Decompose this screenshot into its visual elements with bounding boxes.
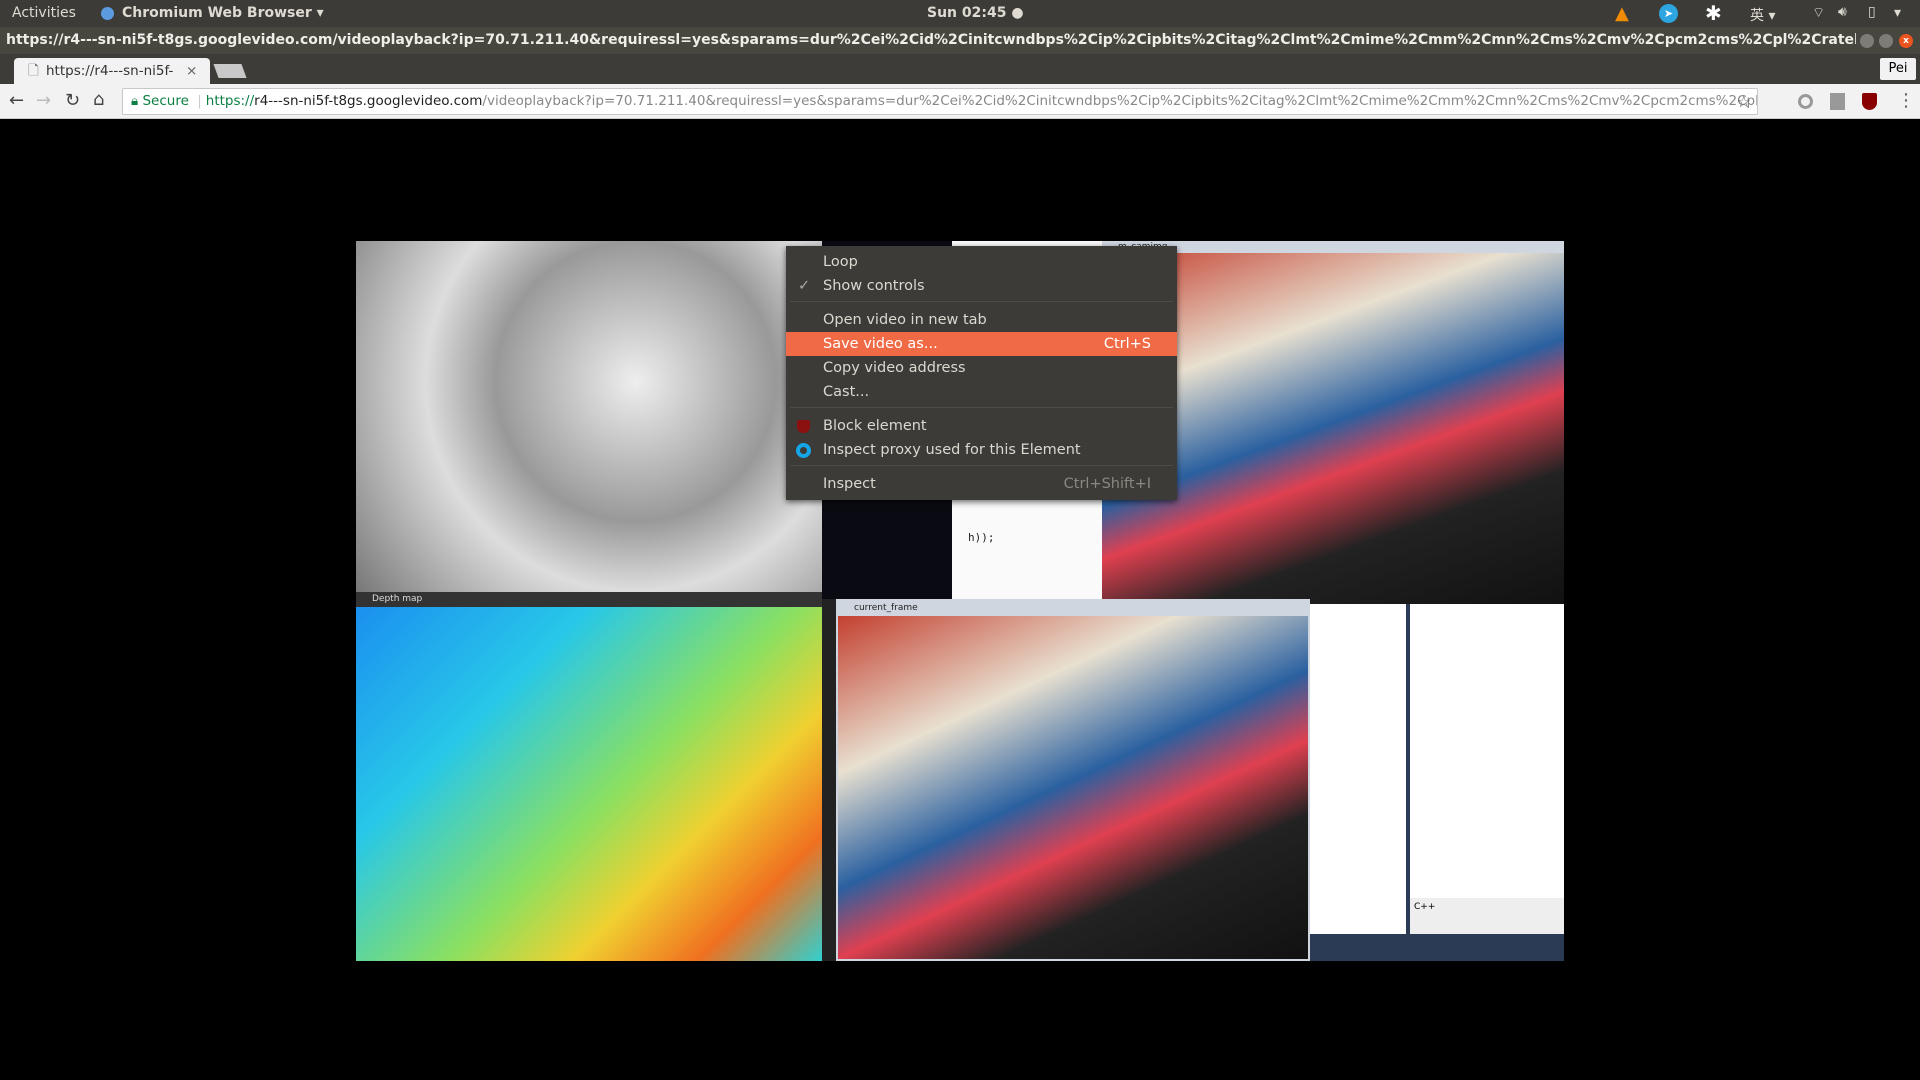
window-title-depth-map: Depth map	[356, 592, 822, 607]
extension-proxy-icon[interactable]	[1798, 94, 1813, 109]
menu-item-inspect[interactable]: Inspect Ctrl+Shift+I	[786, 472, 1177, 496]
code-snippet: h));	[968, 531, 995, 544]
menu-label: Loop	[823, 254, 858, 270]
extension-h-icon[interactable]	[1830, 93, 1845, 110]
window-title: https://r4---sn-ni5f-t8gs.googlevideo.co…	[6, 32, 1856, 48]
input-method-label: 英	[1750, 8, 1764, 24]
menu-label: Inspect proxy used for this Element	[823, 442, 1081, 458]
language-label: C++	[1410, 898, 1564, 934]
system-menu-arrow[interactable]: ▾	[1894, 5, 1901, 21]
ublock-icon	[797, 420, 810, 433]
home-icon[interactable]: ⌂	[93, 89, 104, 110]
ide-pane: C++	[1310, 604, 1564, 961]
video-emboss-panel	[356, 241, 822, 592]
app-menu[interactable]: Chromium Web Browser ▾	[122, 5, 324, 21]
menu-label: Open video in new tab	[823, 312, 987, 328]
menu-label: Show controls	[823, 278, 925, 294]
page-icon: 🗋	[28, 63, 39, 79]
menu-item-copy-video-address[interactable]: Copy video address	[786, 356, 1177, 380]
maximize-button[interactable]	[1879, 34, 1893, 48]
menu-item-loop[interactable]: Loop	[786, 250, 1177, 274]
new-tab-button[interactable]	[213, 64, 247, 78]
tab-title: https://r4---sn-ni5f-	[46, 63, 174, 79]
depth-map-window: Depth map	[356, 592, 822, 961]
url-path: /videoplayback?ip=70.71.211.40&requiress…	[482, 93, 1758, 109]
menu-item-inspect-proxy[interactable]: Inspect proxy used for this Element	[786, 438, 1177, 462]
window-title-bar: https://r4---sn-ni5f-t8gs.googlevideo.co…	[0, 27, 1920, 54]
url-scheme: https://	[205, 93, 255, 109]
browser-toolbar: ← → ↻ ⌂ 🔒︎ Secure | https://r4---sn-ni5f-…	[0, 84, 1920, 119]
menu-shortcut: Ctrl+S	[1103, 336, 1151, 352]
menu-item-open-video-new-tab[interactable]: Open video in new tab	[786, 308, 1177, 332]
secure-label: Secure	[142, 93, 189, 109]
video-context-menu: Loop ✓ Show controls Open video in new ta…	[786, 246, 1177, 500]
activities-button[interactable]: Activities	[12, 5, 76, 21]
app-name: Chromium Web Browser	[122, 5, 312, 21]
window-title-current-frame: current_frame	[838, 601, 1308, 616]
telegram-icon[interactable]: ➤	[1659, 4, 1678, 23]
minimize-button[interactable]	[1860, 34, 1874, 48]
menu-label: Block element	[823, 418, 927, 434]
close-window-button[interactable]: x	[1899, 34, 1913, 48]
profile-button[interactable]: Pei	[1880, 58, 1916, 80]
bookmark-star-icon[interactable]: ☆	[1737, 89, 1751, 114]
ublock-extension-icon[interactable]	[1862, 93, 1877, 110]
clock-text: Sun 02:45	[927, 5, 1007, 21]
volume-icon[interactable]: 🔊︎	[1838, 4, 1847, 20]
battery-icon[interactable]: ▯	[1868, 4, 1876, 20]
menu-label: Cast...	[823, 384, 870, 400]
menu-label: Save video as...	[823, 336, 938, 352]
lock-icon: 🔒︎	[131, 93, 139, 109]
menu-item-block-element[interactable]: Block element	[786, 414, 1177, 438]
menu-item-cast[interactable]: Cast...	[786, 380, 1177, 404]
address-bar[interactable]: 🔒︎ Secure | https://r4---sn-ni5f-t8gs.goo…	[122, 88, 1758, 115]
current-frame-window: current_frame	[836, 599, 1310, 961]
system-top-bar: Activities Chromium Web Browser ▾ Sun 02…	[0, 0, 1920, 27]
proxy-icon	[796, 443, 811, 458]
chromium-icon	[101, 7, 114, 20]
input-method[interactable]: 英 ▾	[1750, 5, 1775, 25]
tab-active[interactable]: 🗋 https://r4---sn-ni5f- ×	[14, 58, 210, 84]
vlc-icon[interactable]: ▲	[1615, 3, 1629, 24]
menu-shortcut: Ctrl+Shift+I	[1063, 476, 1151, 492]
tab-close-icon[interactable]: ×	[186, 58, 197, 84]
clock[interactable]: Sun 02:45 ●	[927, 5, 1024, 21]
menu-label: Copy video address	[823, 360, 966, 376]
menu-item-save-video-as[interactable]: Save video as... Ctrl+S	[786, 332, 1177, 356]
menu-label: Inspect	[823, 476, 876, 492]
wifi-icon[interactable]: ⌔	[1812, 4, 1825, 22]
menu-kebab-icon[interactable]: ⋮	[1897, 90, 1915, 111]
reload-icon[interactable]: ↻	[65, 90, 80, 111]
back-icon[interactable]: ←	[9, 90, 24, 111]
url-host: r4---sn-ni5f-t8gs.googlevideo.com	[254, 93, 483, 109]
forward-icon[interactable]: →	[36, 90, 51, 111]
settings-icon[interactable]: ✱	[1705, 1, 1722, 25]
menu-item-show-controls[interactable]: ✓ Show controls	[786, 274, 1177, 298]
check-icon: ✓	[798, 278, 811, 294]
tab-strip: 🗋 https://r4---sn-ni5f- × Pei	[0, 54, 1920, 84]
